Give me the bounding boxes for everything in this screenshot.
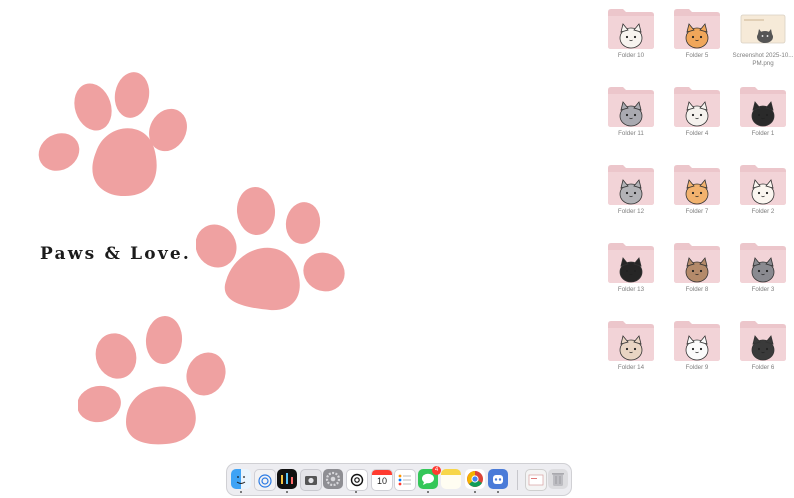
desktop-item-label: Folder 3 <box>751 286 775 293</box>
desktop-item-label: Folder 10 <box>617 52 645 59</box>
desktop-item-label: Folder 14 <box>617 364 645 371</box>
desktop-folder[interactable]: Folder 13 <box>600 240 662 294</box>
running-indicator <box>286 491 288 493</box>
desktop-item-label: Folder 8 <box>685 286 709 293</box>
reminders-icon[interactable] <box>394 469 416 491</box>
desktop-file[interactable]: Screenshot 2025-10... PM.png <box>732 6 794 68</box>
desktop-folder[interactable]: Folder 7 <box>666 162 728 216</box>
folder-icon <box>673 240 721 284</box>
folder-icon <box>673 162 721 206</box>
desktop-item-label: Folder 12 <box>617 208 645 215</box>
paw-icon <box>78 316 226 445</box>
desktop-item-label: Folder 9 <box>685 364 709 371</box>
image-file-icon <box>739 6 787 50</box>
running-indicator <box>497 491 499 493</box>
desktop-item-label: Folder 13 <box>617 286 645 293</box>
wallpaper-title: Paws & Love. <box>40 244 192 264</box>
desktop-item-label: Folder 4 <box>685 130 709 137</box>
running-indicator <box>240 491 242 493</box>
folder-icon <box>673 84 721 128</box>
folder-icon <box>607 6 655 50</box>
messages-icon[interactable]: 4 <box>418 466 441 489</box>
desktop-folder[interactable]: Folder 8 <box>666 240 728 294</box>
finder-icon[interactable] <box>231 469 251 489</box>
desktop-folder[interactable]: Folder 14 <box>600 318 662 372</box>
folder-icon <box>739 240 787 284</box>
folder-icon <box>673 6 721 50</box>
desktop-folder[interactable]: Folder 6 <box>732 318 794 372</box>
desktop-item-label: Folder 1 <box>751 130 775 137</box>
paw-icon <box>196 187 345 311</box>
paw-print-bottom <box>78 316 230 448</box>
desktop-item-label: Folder 5 <box>685 52 709 59</box>
folder-icon <box>607 318 655 362</box>
dock: 10 4 <box>226 463 572 496</box>
desktop-folder[interactable]: Folder 4 <box>666 84 728 138</box>
folder-icon <box>607 84 655 128</box>
desktop-folder[interactable]: Folder 9 <box>666 318 728 372</box>
screenshot-stack-icon[interactable] <box>525 469 547 491</box>
desktop-folder[interactable]: Folder 1 <box>732 84 794 138</box>
paw-print-middle <box>196 186 348 314</box>
folder-icon <box>739 318 787 362</box>
notes-icon[interactable] <box>441 469 461 489</box>
chrome-icon[interactable] <box>465 469 485 489</box>
desktop-item-label: Screenshot 2025-10... PM.png <box>732 52 794 67</box>
calendar-icon[interactable]: 10 <box>371 469 393 491</box>
folder-icon <box>607 162 655 206</box>
equalizer-icon[interactable] <box>277 469 297 489</box>
desktop-folder[interactable]: Folder 5 <box>666 6 728 60</box>
running-indicator <box>427 491 429 493</box>
folder-icon <box>673 318 721 362</box>
trash-icon[interactable] <box>548 469 568 489</box>
running-indicator <box>474 491 476 493</box>
robot-icon[interactable] <box>488 469 508 489</box>
desktop-item-label: Folder 2 <box>751 208 775 215</box>
paw-print-top <box>38 70 190 198</box>
airdrop-icon[interactable] <box>254 469 276 491</box>
desktop-item-label: Folder 6 <box>751 364 775 371</box>
notification-badge: 4 <box>432 466 441 475</box>
desktop-folder[interactable]: Folder 10 <box>600 6 662 60</box>
chatgpt-icon[interactable] <box>346 469 368 491</box>
folder-icon <box>739 84 787 128</box>
folder-icon <box>607 240 655 284</box>
calendar-day: 10 <box>376 476 387 486</box>
desktop-folder[interactable]: Folder 12 <box>600 162 662 216</box>
dock-separator <box>517 470 518 490</box>
running-indicator <box>355 491 357 493</box>
desktop-folder[interactable]: Folder 11 <box>600 84 662 138</box>
desktop-item-label: Folder 11 <box>618 130 644 137</box>
folder-icon <box>739 162 787 206</box>
desktop-icons: Folder 10 Folder 5 Screenshot 2025-10...… <box>600 0 794 400</box>
desktop-item-label: Folder 7 <box>685 208 709 215</box>
camera-icon[interactable] <box>300 469 322 491</box>
desktop-folder[interactable]: Folder 3 <box>732 240 794 294</box>
gear-icon[interactable] <box>323 469 343 489</box>
paw-icon <box>38 72 187 197</box>
desktop-folder[interactable]: Folder 2 <box>732 162 794 216</box>
